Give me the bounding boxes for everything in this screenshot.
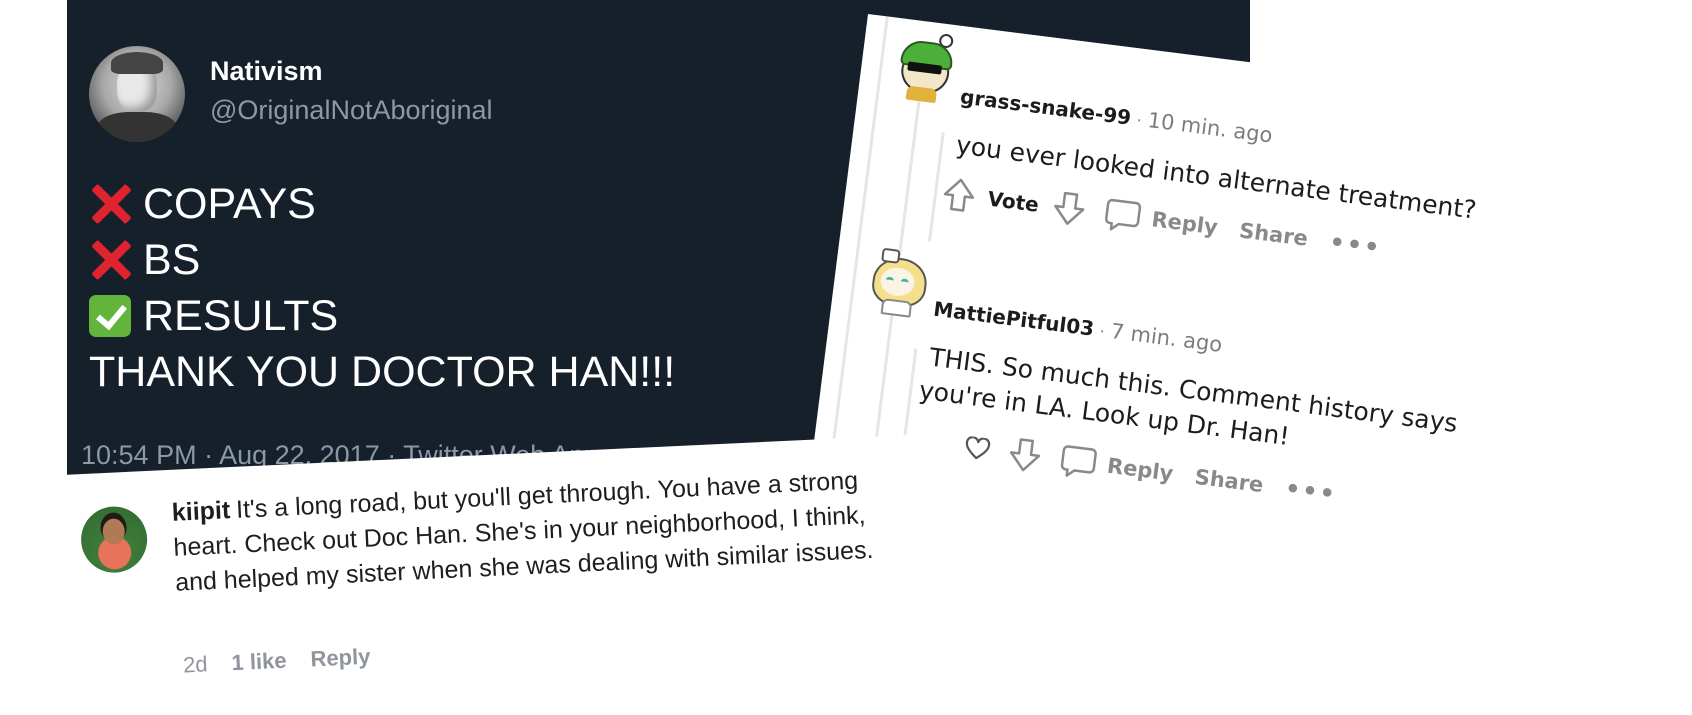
avatar-hair-shape [111, 52, 163, 74]
tweet-body: COPAYS BS RESULTS THANK YOU DOCTOR HAN!!… [89, 176, 675, 400]
downvote-arrow-icon[interactable] [1006, 435, 1044, 475]
downvote-arrow-icon[interactable] [1050, 189, 1088, 229]
commenter-avatar[interactable] [79, 505, 149, 575]
comment-bubble-icon[interactable] [1057, 442, 1099, 482]
cross-mark-icon [89, 238, 133, 282]
separator-dot: · [1135, 110, 1143, 131]
comment-age[interactable]: 2d [182, 651, 208, 678]
tweet-line-text: BS [143, 236, 201, 284]
vote-count: Vote [986, 186, 1041, 217]
user-avatar[interactable] [865, 247, 930, 318]
cross-mark-icon [89, 182, 133, 226]
more-options-icon[interactable]: ••• [1328, 228, 1383, 262]
reply-button[interactable]: Reply [1106, 454, 1175, 486]
avatar-bow-shape [881, 247, 901, 264]
tweet-avatar[interactable] [89, 46, 185, 142]
comment-timestamp[interactable]: 7 min. ago [1109, 319, 1223, 357]
facebook-comment: kiipit It's a long road, but you'll get t… [62, 432, 973, 715]
username-link[interactable]: MattiePitful03 [932, 297, 1095, 341]
tweet-line-text: THANK YOU DOCTOR HAN!!! [89, 348, 676, 396]
share-button[interactable]: Share [1238, 218, 1309, 250]
comment-text: It's a long road, but you'll get through… [172, 466, 875, 597]
avatar-body-shape [97, 112, 177, 142]
avatar-torso-shape [905, 85, 938, 104]
check-mark-icon [89, 295, 131, 337]
tweet-line-text: COPAYS [143, 180, 316, 228]
avatar-torso-shape [880, 298, 913, 318]
reply-button[interactable]: Reply [1150, 207, 1219, 239]
tweet-line-text: RESULTS [143, 292, 339, 340]
tweet-line: BS [89, 232, 675, 288]
username-link[interactable]: grass-snake-99 [959, 84, 1133, 129]
comment-actions: 2d 1 like Reply [182, 644, 370, 679]
tweet-author-name[interactable]: Nativism [210, 56, 323, 87]
like-count[interactable]: 1 like [231, 648, 287, 677]
comment-bubble-icon[interactable] [1102, 195, 1144, 235]
upvote-arrow-icon[interactable] [940, 175, 978, 215]
tweet-line: COPAYS [89, 176, 675, 232]
tweet-line: RESULTS [89, 288, 675, 344]
heart-icon[interactable] [963, 436, 992, 463]
commenter-name[interactable]: kiipit [171, 496, 231, 527]
thread-line[interactable] [903, 348, 918, 439]
separator-dot: · [1098, 321, 1106, 342]
more-options-icon[interactable]: ••• [1283, 474, 1338, 508]
comment-body: kiipit It's a long road, but you'll get t… [171, 462, 895, 601]
reply-button[interactable]: Reply [310, 644, 371, 673]
user-avatar[interactable] [892, 33, 955, 104]
tweet-author-handle[interactable]: @OriginalNotAboriginal [210, 95, 493, 126]
share-button[interactable]: Share [1193, 465, 1264, 497]
avatar-head-shape [102, 518, 126, 546]
tweet-line: THANK YOU DOCTOR HAN!!! [89, 344, 675, 400]
comment-timestamp[interactable]: 10 min. ago [1146, 108, 1273, 148]
